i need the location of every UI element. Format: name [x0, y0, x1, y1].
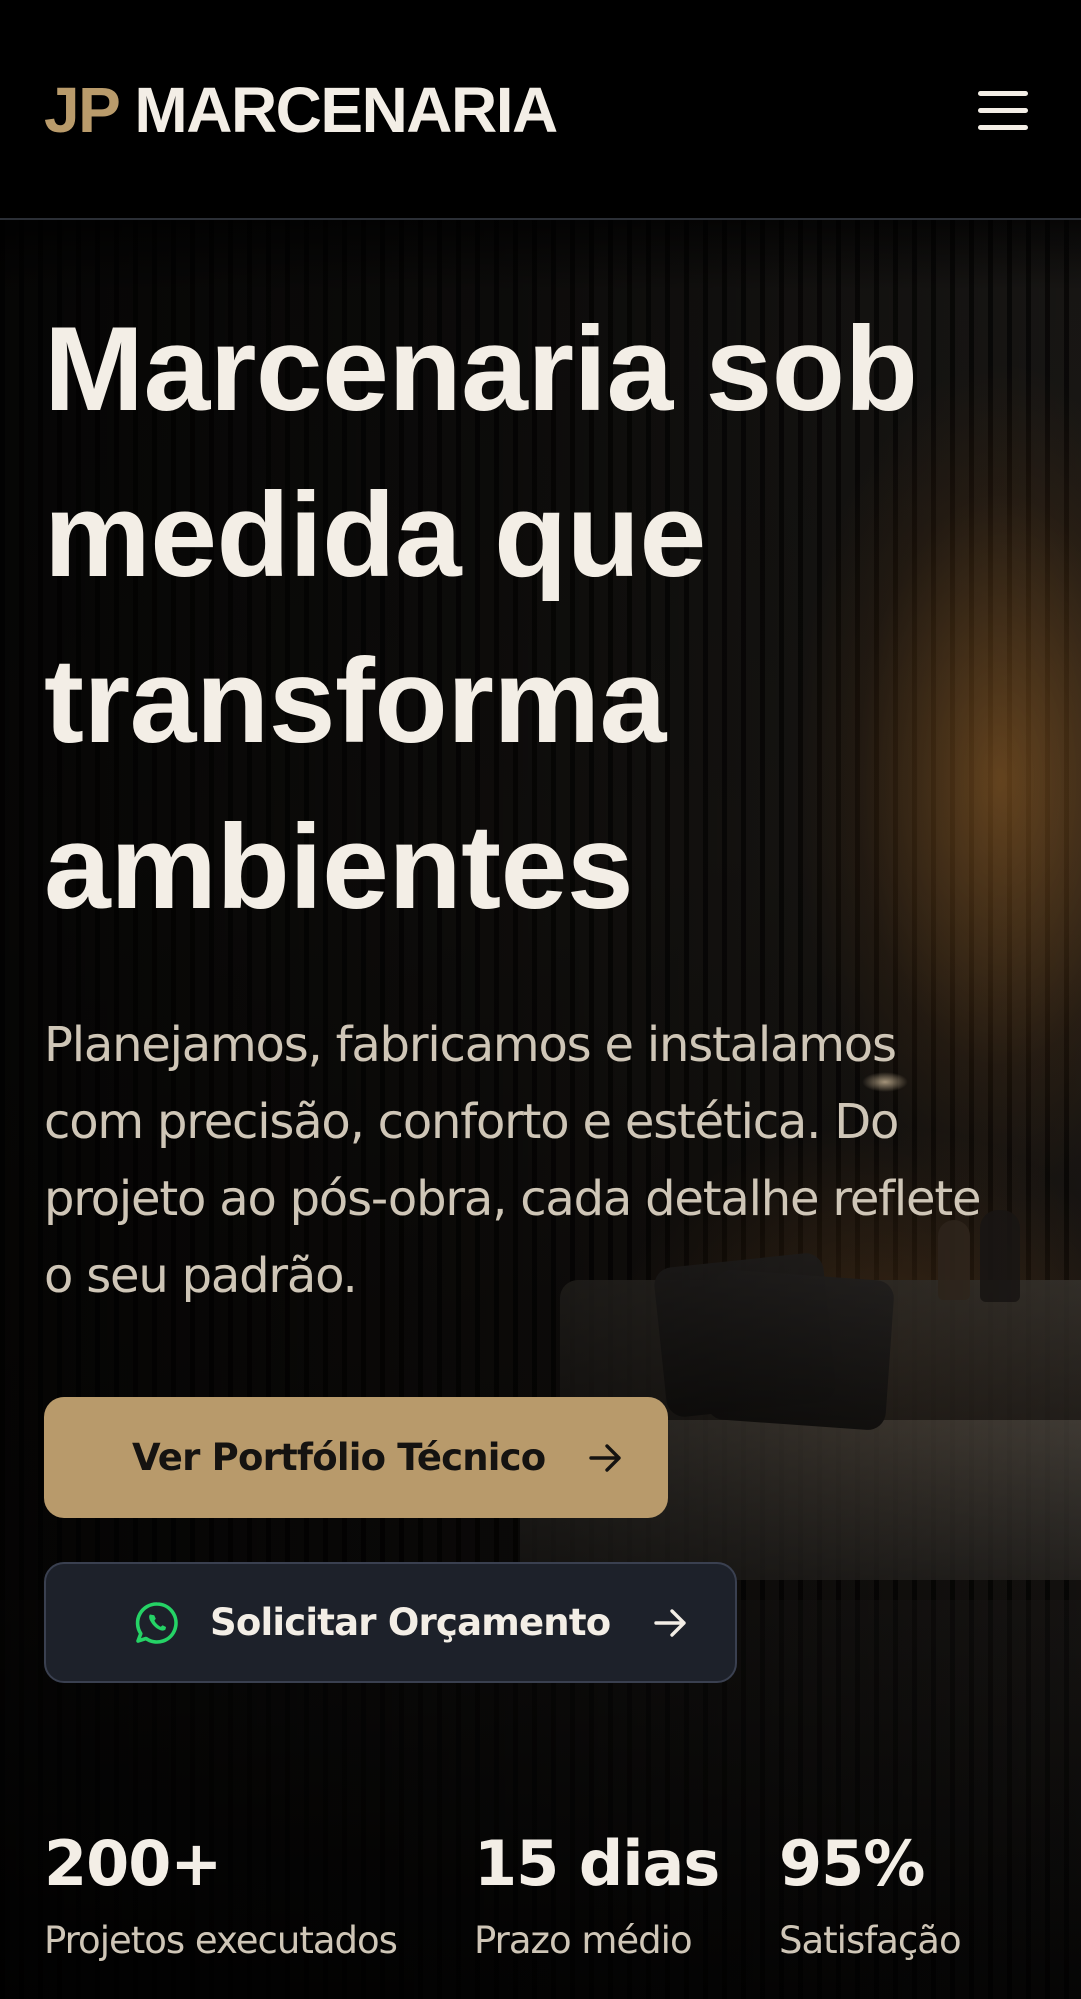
view-portfolio-button[interactable]: Ver Portfólio Técnico	[44, 1397, 668, 1518]
stat-label: Prazo médio	[474, 1919, 693, 1962]
stat-satisfaction: 95% Satisfação	[779, 1827, 962, 1963]
view-portfolio-label: Ver Portfólio Técnico	[132, 1436, 546, 1479]
logo-initials: JP	[44, 74, 120, 146]
brand-logo[interactable]: JP MARCENARIA	[44, 72, 558, 148]
stat-deadline: 15 dias Prazo médio	[474, 1827, 720, 1963]
hero-subtitle: Planejamos, fabricamos e instalamos com …	[44, 1017, 981, 1304]
stat-value: 95%	[779, 1827, 925, 1900]
menu-bar-top	[978, 91, 1028, 96]
hero-headline: Marcenaria sob medida que transforma amb…	[44, 302, 918, 934]
request-quote-button[interactable]: Solicitar Orçamento	[44, 1562, 737, 1683]
site-header: JP MARCENARIA	[0, 0, 1081, 220]
stat-label: Satisfação	[779, 1919, 962, 1962]
arrow-right-icon	[589, 1443, 623, 1473]
arrow-right-icon	[654, 1608, 688, 1638]
menu-bar-bottom	[978, 125, 1028, 130]
hamburger-menu-icon[interactable]	[972, 84, 1036, 136]
request-quote-label: Solicitar Orçamento	[210, 1601, 611, 1644]
stat-label: Projetos executados	[44, 1919, 398, 1962]
stat-projects: 200+ Projetos executados	[44, 1827, 398, 1963]
menu-bar-middle	[978, 108, 1028, 113]
whatsapp-icon	[134, 1600, 180, 1646]
logo-wordmark: MARCENARIA	[134, 74, 558, 146]
stat-value: 15 dias	[474, 1827, 720, 1900]
stat-value: 200+	[44, 1827, 222, 1900]
